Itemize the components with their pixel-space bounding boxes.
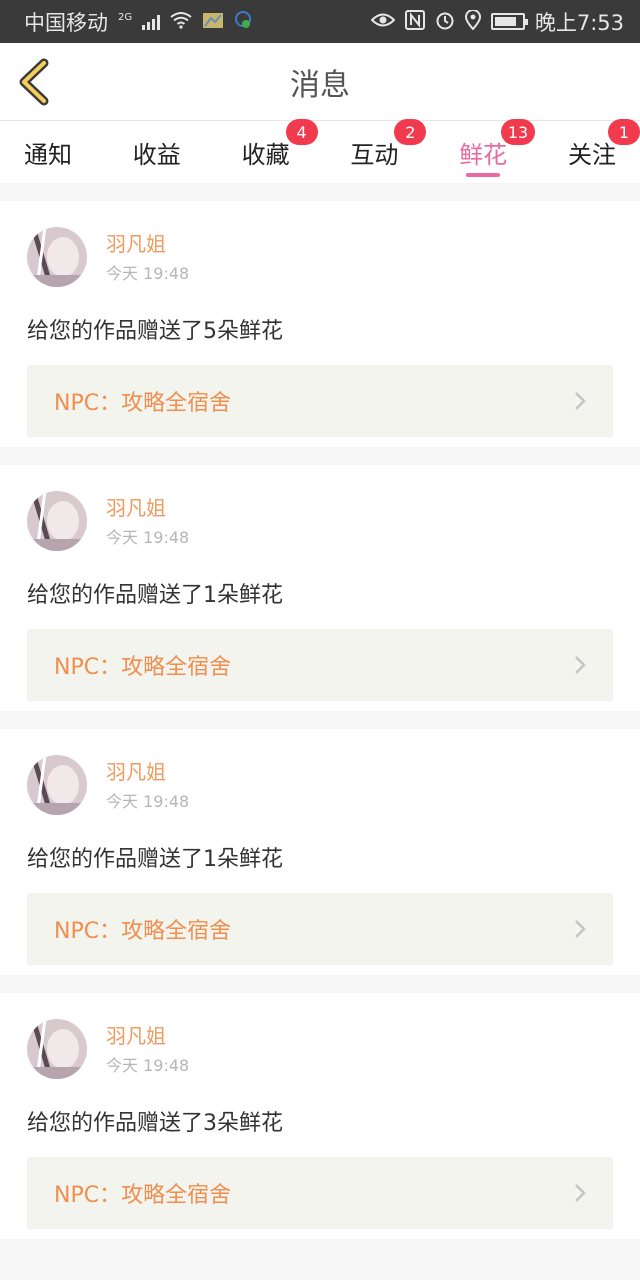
timestamp: 今天 19:48 (106, 263, 190, 283)
message-card: 羽凡姐 今天 19:48 给您的作品赠送了1朵鲜花 NPC：攻略全宿舍 (0, 465, 640, 711)
timestamp: 今天 19:48 (106, 791, 190, 811)
tab-badge-count: 1 (607, 119, 640, 145)
message-card: 羽凡姐 今天 19:48 给您的作品赠送了1朵鲜花 NPC：攻略全宿舍 (0, 729, 640, 975)
tab-interactions[interactable]: 互动 2 (350, 119, 427, 183)
tab-bar: 通知 收益 收藏 4 互动 2 鲜花 13 关注 1 (0, 119, 640, 183)
username-link[interactable]: 羽凡姐 (106, 231, 189, 257)
carrier-label: 中国移动 (24, 10, 108, 35)
username-link[interactable]: 羽凡姐 (106, 759, 189, 785)
chevron-right-icon (575, 656, 586, 674)
eye-icon (370, 12, 396, 32)
tab-label: 鲜花 (459, 140, 508, 169)
work-link-label: NPC：攻略全宿舍 (54, 919, 232, 944)
chevron-right-icon (575, 392, 586, 410)
message-list: 羽凡姐 今天 19:48 给您的作品赠送了5朵鲜花 NPC：攻略全宿舍 羽凡姐 … (0, 183, 640, 1239)
tab-favorites[interactable]: 收藏 4 (241, 119, 318, 183)
avatar[interactable] (27, 1019, 87, 1079)
timestamp: 今天 19:48 (106, 1055, 190, 1075)
message-text: 给您的作品赠送了1朵鲜花 (27, 847, 283, 872)
tab-label: 关注 (567, 140, 616, 169)
download-status-icon (234, 10, 252, 34)
chevron-left-icon (19, 58, 49, 106)
clock-label: 晚上7:53 (534, 10, 624, 35)
work-link-button[interactable]: NPC：攻略全宿舍 (27, 1157, 613, 1229)
tab-flowers[interactable]: 鲜花 13 (459, 119, 536, 183)
work-link-button[interactable]: NPC：攻略全宿舍 (27, 629, 613, 701)
tab-badge-count: 13 (500, 119, 536, 145)
work-link-label: NPC：攻略全宿舍 (54, 655, 232, 680)
work-link-button[interactable]: NPC：攻略全宿舍 (27, 365, 613, 437)
status-bar: 中国移动 2G 晚上7:53 (0, 0, 640, 43)
work-link-button[interactable]: NPC：攻略全宿舍 (27, 893, 613, 965)
avatar[interactable] (27, 755, 87, 815)
message-card: 羽凡姐 今天 19:48 给您的作品赠送了5朵鲜花 NPC：攻略全宿舍 (0, 201, 640, 447)
tab-earnings[interactable]: 收益 (133, 121, 181, 183)
page-title: 消息 (290, 67, 350, 103)
timestamp: 今天 19:48 (106, 527, 190, 547)
avatar[interactable] (27, 491, 87, 551)
work-link-label: NPC：攻略全宿舍 (54, 1183, 232, 1208)
message-text: 给您的作品赠送了3朵鲜花 (27, 1111, 283, 1136)
tab-notifications[interactable]: 通知 (24, 121, 72, 183)
message-card: 羽凡姐 今天 19:48 给您的作品赠送了3朵鲜花 NPC：攻略全宿舍 (0, 993, 640, 1239)
tab-label: 通知 (24, 140, 72, 169)
tab-badge-count: 2 (394, 119, 427, 145)
username-link[interactable]: 羽凡姐 (106, 1023, 189, 1049)
tab-badge-count: 4 (285, 119, 318, 145)
nfc-icon (404, 9, 425, 34)
message-text: 给您的作品赠送了1朵鲜花 (27, 583, 283, 608)
app-notification-icon (202, 10, 224, 34)
header-bar: 消息 (0, 43, 640, 121)
signal-icon (142, 14, 161, 30)
network-type-label: 2G (118, 12, 133, 23)
alarm-icon (435, 10, 455, 34)
battery-icon (490, 13, 528, 30)
tab-label: 收益 (132, 140, 181, 169)
work-link-label: NPC：攻略全宿舍 (54, 391, 232, 416)
tab-label: 互动 (350, 140, 399, 169)
avatar[interactable] (27, 227, 87, 287)
username-link[interactable]: 羽凡姐 (106, 495, 189, 521)
chevron-right-icon (575, 1184, 586, 1202)
tab-label: 收藏 (241, 140, 290, 169)
message-text: 给您的作品赠送了5朵鲜花 (27, 319, 283, 344)
back-button[interactable] (14, 57, 58, 107)
location-icon (464, 8, 481, 34)
wifi-icon (170, 11, 192, 33)
tab-following[interactable]: 关注 1 (567, 119, 640, 183)
chevron-right-icon (575, 920, 586, 938)
